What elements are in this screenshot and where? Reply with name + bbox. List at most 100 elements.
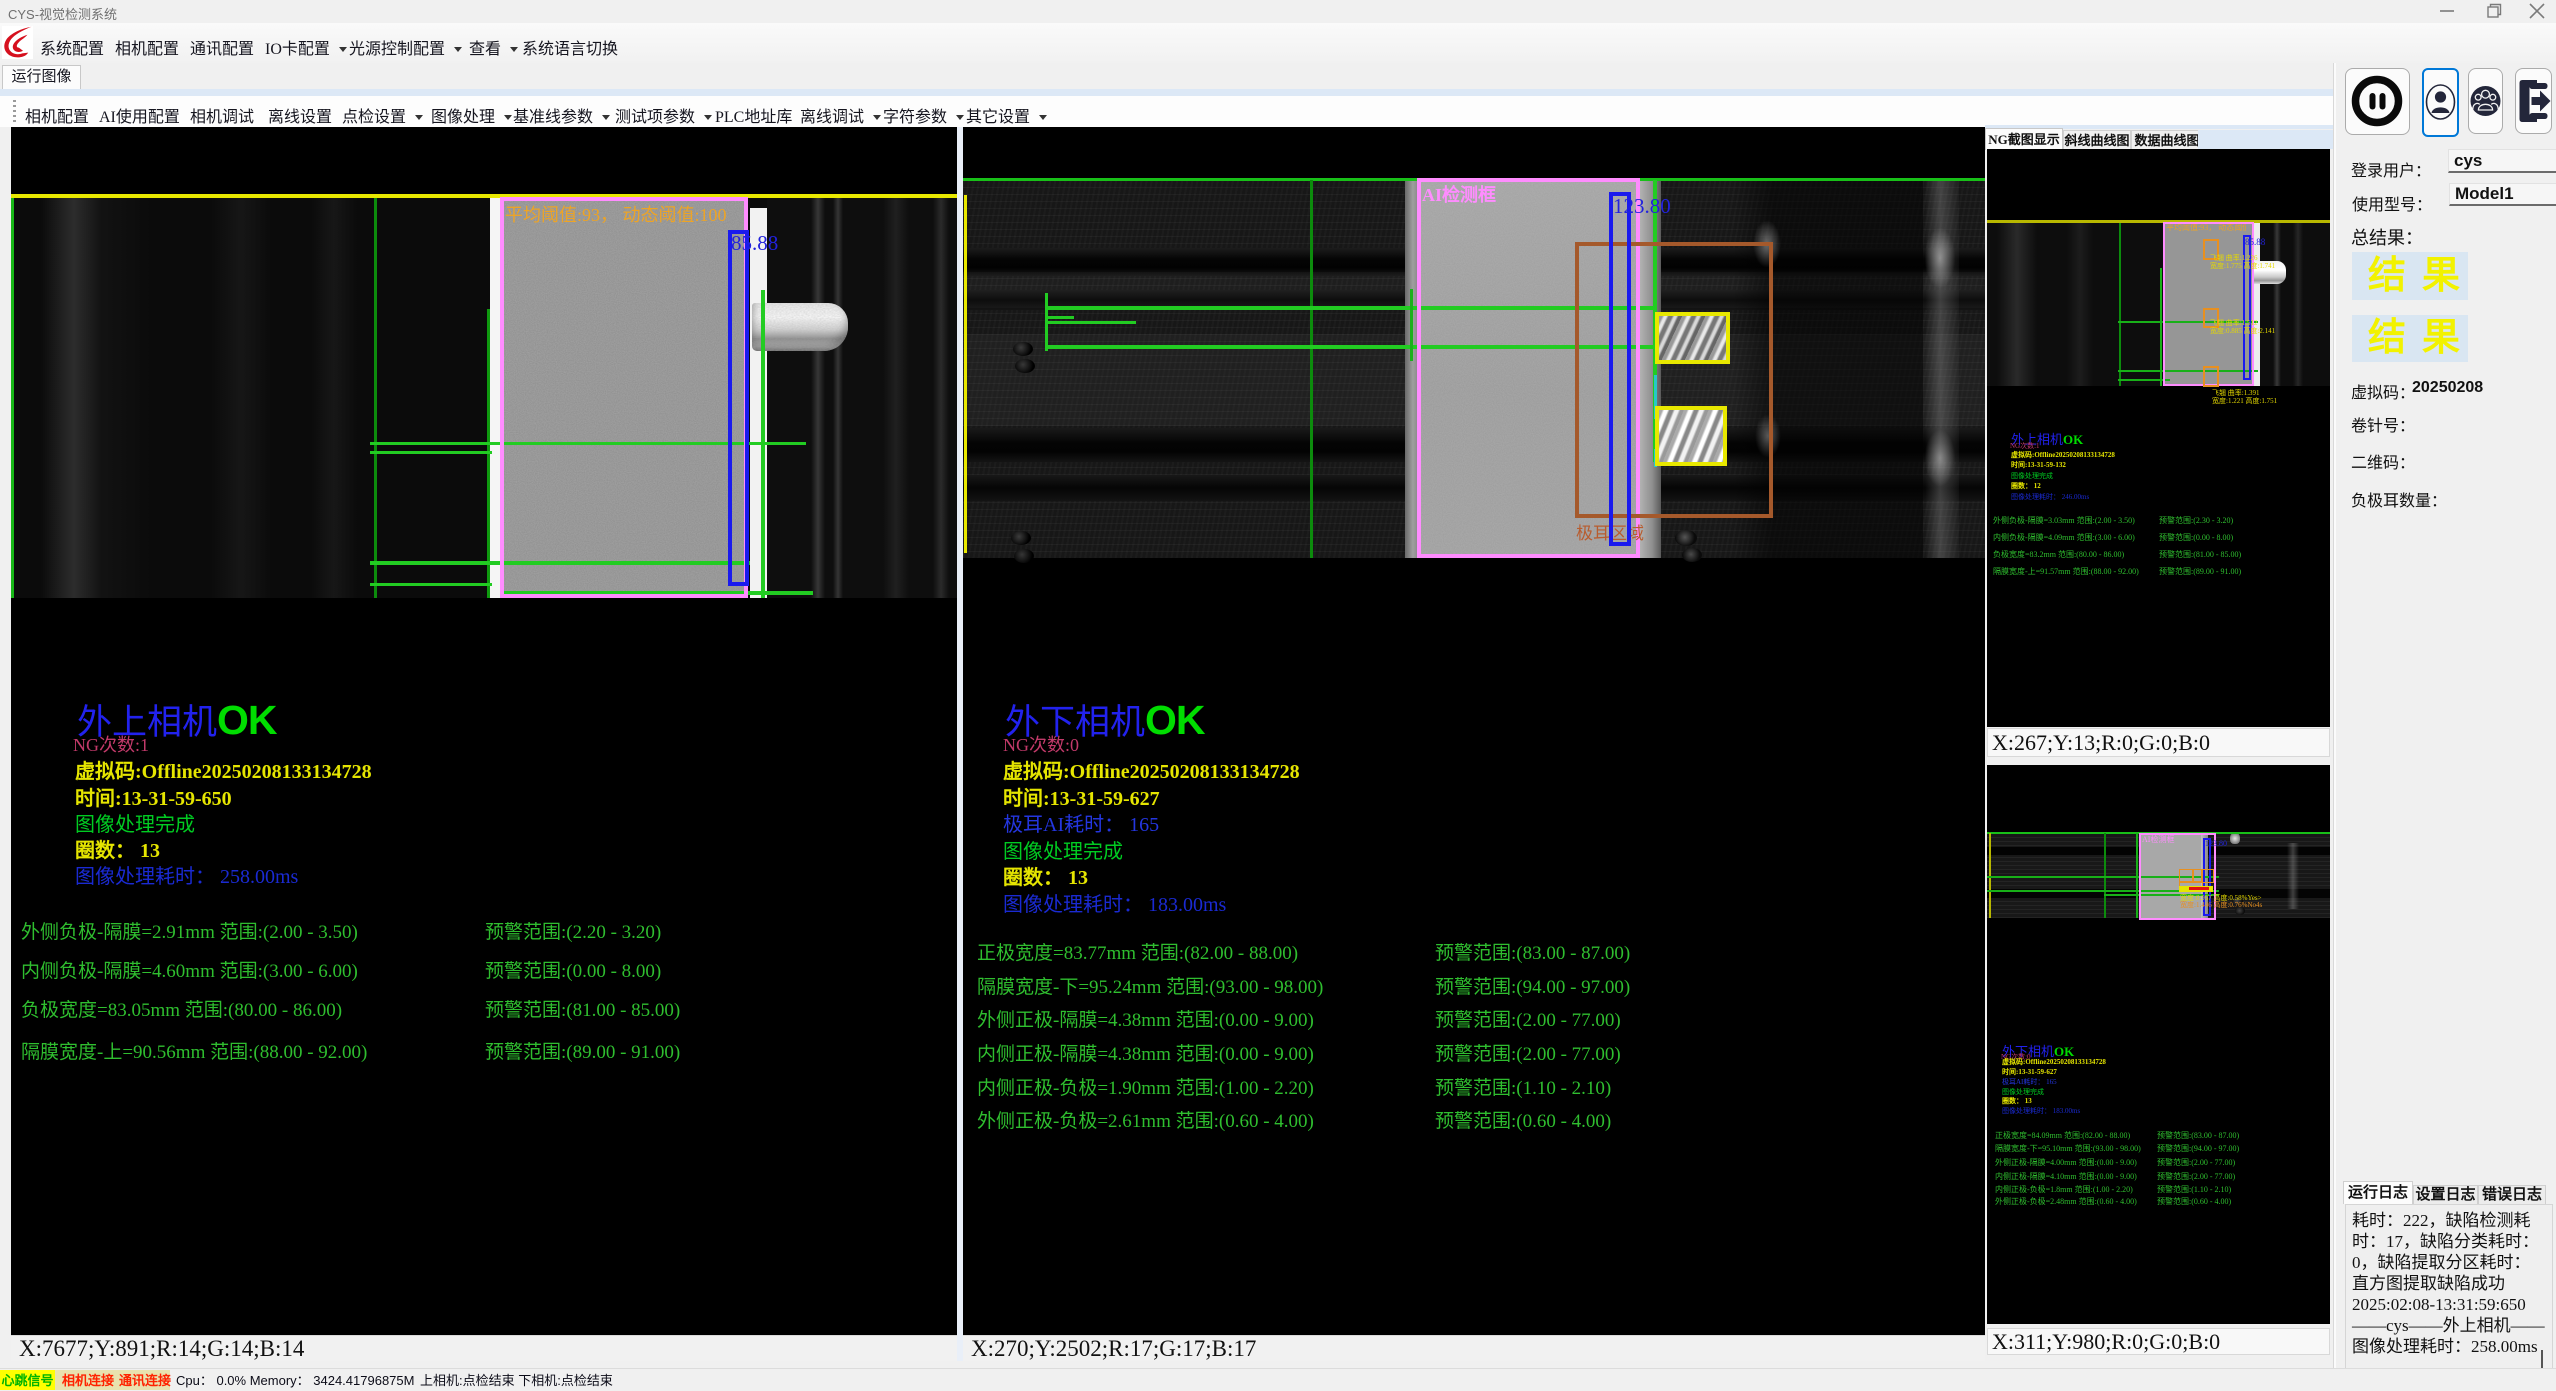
tool-offline-debug[interactable]: 离线调试 [800, 103, 881, 127]
right-coordinate-bar: X:270;Y:2502;R:17;G:17;B:17 [963, 1335, 1985, 1361]
measure-row: 预警范围:(2.00 - 77.00) [2157, 1171, 2235, 1182]
measure-row: 内侧负极-隔膜=4.60mm 范围:(3.00 - 6.00) [21, 956, 358, 983]
run-log-area[interactable]: 耗时：222，缺陷检测耗时：17，缺陷分类耗时：0，缺陷提取分区耗时： 直方图提… [2345, 1204, 2553, 1385]
measure-row: 预警范围:(2.20 - 3.20) [485, 917, 661, 944]
texture-layer [2230, 833, 2240, 844]
green-line [2119, 223, 2121, 386]
restore-icon[interactable] [2478, 0, 2508, 23]
measure-row: 内侧正极-隔膜=4.38mm 范围:(0.00 - 9.00) [977, 1039, 1314, 1066]
tool-check-set[interactable]: 点检设置 [342, 103, 423, 127]
tab-run-log[interactable]: 运行日志 [2343, 1181, 2413, 1204]
texture-layer [2293, 223, 2303, 386]
tool-test-params[interactable]: 测试项参数 [615, 103, 712, 127]
green-tick [1045, 293, 1048, 351]
measure-row: 预警范围:(1.10 - 2.10) [2157, 1184, 2231, 1195]
green-tick [1410, 289, 1413, 361]
left-camera-view[interactable]: 平均阈值:93， 动态阈值:100 85.88 外上相机OK NG次数:1 虚拟… [11, 127, 957, 1361]
done-line: 图像处理完成 [1003, 835, 1123, 864]
texture-layer [41, 196, 151, 598]
measure-row: 隔膜宽度-下=95.24mm 范围:(93.00 - 98.00) [977, 972, 1323, 999]
tool-ai-config[interactable]: AI使用配置 [99, 103, 180, 127]
log-scroll-thumb[interactable] [2541, 1350, 2543, 1368]
menu-view[interactable]: 查看 [469, 35, 518, 59]
texture-layer [211, 196, 271, 598]
tool-camera-config[interactable]: 相机配置 [25, 103, 89, 127]
tab-data-curve[interactable]: 数据曲线图 [2131, 130, 2203, 150]
done-line: 图像处理完成 [2011, 471, 2053, 481]
ng-thumbnail-2[interactable]: AI检测框 123.80 宽度:0.957 高度:0.58%Yes> 宽度:1.… [1987, 765, 2330, 1324]
texture-layer [1014, 549, 1034, 563]
tool-offline-set[interactable]: 离线设置 [268, 103, 332, 127]
roll-pin-label: 卷针号： [2351, 412, 2415, 436]
ng-thumbnail-1[interactable]: 平均阈值:93， 动态阈值:100 85.88 飞翘 曲率:1.226 宽度:1… [1987, 149, 2330, 727]
measure-row: 外侧正极-隔膜=4.38mm 范围:(0.00 - 9.00) [977, 1005, 1314, 1032]
vcode-line: 虚拟码:Offline20250208133134728 [2002, 1057, 2106, 1067]
ai-detect-label: AI检测框 [2142, 834, 2174, 845]
count-line: 圈数： 12 [2011, 481, 2041, 491]
pause-button[interactable] [2345, 68, 2410, 135]
tool-image-proc[interactable]: 图像处理 [431, 103, 512, 127]
green-line [11, 198, 14, 598]
tab-slope-curve[interactable]: 斜线曲线图 [2063, 130, 2131, 150]
model-input[interactable]: Model1 [2449, 183, 2556, 206]
defect-label: 宽度:1.775 高度:1.741 [2210, 261, 2275, 271]
measure-row: 预警范围:(2.00 - 77.00) [2157, 1157, 2235, 1168]
measure-row: 负极宽度=83.05mm 范围:(80.00 - 86.00) [21, 995, 342, 1022]
green-line [370, 451, 492, 454]
title-bar: CYS-视觉检测系统 [0, 0, 2556, 23]
tab-ng-capture[interactable]: NG截图显示 [1985, 128, 2063, 150]
texture-layer [1925, 430, 1955, 486]
measure-row: 预警范围:(1.10 - 2.10) [1435, 1073, 1611, 1100]
texture-layer [1011, 531, 1031, 545]
menu-system-config[interactable]: 系统配置 [40, 35, 104, 59]
tab-run-image[interactable]: 运行图像 [2, 65, 81, 90]
chevron-down-icon [1039, 115, 1047, 120]
texture-layer [2253, 223, 2260, 386]
users-group-button[interactable] [2468, 68, 2503, 134]
texture-layer [1997, 223, 2037, 386]
tab-content-strip [0, 89, 2334, 96]
measure-row: 预警范围:(0.60 - 4.00) [1435, 1106, 1611, 1133]
menu-camera-config[interactable]: 相机配置 [115, 35, 179, 59]
texture-layer [1013, 342, 1033, 356]
tool-char-params[interactable]: 字符参数 [883, 103, 964, 127]
right-camera-view[interactable]: AI检测框 极耳区域 123.80 外下相机OK NG次数:0 虚拟码:Offl… [963, 127, 1985, 1361]
green-line [1046, 316, 1074, 319]
minimize-icon[interactable] [2432, 0, 2462, 23]
measure-row: 外侧正极-隔膜=4.00mm 范围:(0.00 - 9.00) [1995, 1157, 2137, 1168]
login-user-input[interactable]: cys [2448, 149, 2556, 173]
tool-baseline[interactable]: 基准线参数 [513, 103, 610, 127]
heartbeat-indicator: 心跳信号 [0, 1370, 55, 1390]
chevron-down-icon [510, 47, 518, 52]
close-icon[interactable] [2522, 0, 2552, 23]
time-line: 时间:13-31-59-627 [2002, 1067, 2057, 1077]
ng-panel: NG截图显示 斜线曲线图 数据曲线图 平均阈值:93， 动态阈值:100 85.… [1985, 125, 2334, 1390]
app-logo-icon [2, 26, 33, 59]
exit-button[interactable] [2515, 68, 2552, 134]
measure-row: 预警范围:(2.00 - 77.00) [1435, 1039, 1621, 1066]
ai-cost-line: 极耳AI耗时： 165 [2002, 1077, 2057, 1087]
tool-camera-debug[interactable]: 相机调试 [190, 103, 254, 127]
menu-light-config[interactable]: 光源控制配置 [349, 35, 462, 59]
user-login-button[interactable] [2422, 68, 2459, 137]
chevron-down-icon [454, 47, 462, 52]
users-group-icon [2469, 69, 2502, 133]
tool-other-set[interactable]: 其它设置 [966, 103, 1047, 127]
chevron-down-icon [704, 115, 712, 120]
toolbar-grip[interactable] [13, 100, 16, 122]
tab-error-log[interactable]: 错误日志 [2478, 1185, 2546, 1205]
tool-plc-library[interactable]: PLC地址库 [715, 103, 792, 127]
measure-row: 内侧正极-负极=1.90mm 范围:(1.00 - 2.20) [977, 1073, 1314, 1100]
green-line [2160, 268, 2162, 386]
menu-bar: 系统配置 相机配置 通讯配置 IO卡配置 光源控制配置 查看 系统语言切换 [0, 23, 2556, 63]
tab-rect-1 [1655, 312, 1730, 364]
menu-language-switch[interactable]: 系统语言切换 [522, 35, 618, 59]
vcode-line: 虚拟码:Offline20250208133134728 [75, 755, 372, 784]
tab-setting-log[interactable]: 设置日志 [2413, 1185, 2478, 1205]
defect-mark-red [2189, 887, 2209, 890]
green-line [1310, 180, 1313, 558]
menu-io-config[interactable]: IO卡配置 [265, 35, 347, 59]
menu-comm-config[interactable]: 通讯配置 [190, 35, 254, 59]
left-coordinate-bar: X:7677;Y:891;R:14;G:14;B:14 [11, 1335, 957, 1361]
done-line: 图像处理完成 [75, 808, 195, 837]
